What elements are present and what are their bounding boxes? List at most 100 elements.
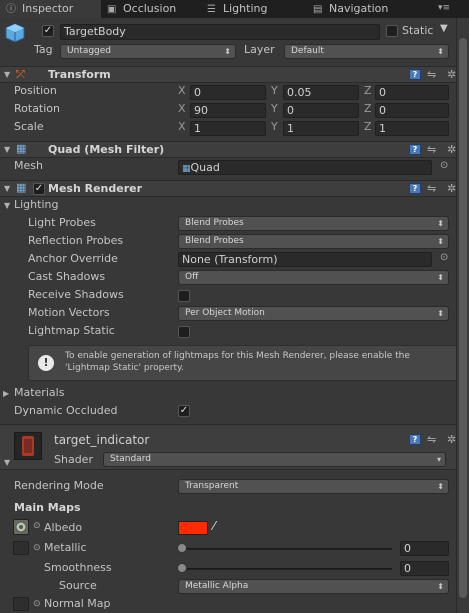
dropdown-value: Blend Probes [185, 236, 244, 246]
motion-vectors-dropdown[interactable]: Per Object Motion ⬍ [178, 306, 449, 321]
anchor-override-label: Anchor Override [28, 252, 118, 265]
updown-icon: ⬍ [437, 273, 444, 282]
motion-vectors-label: Motion Vectors [28, 306, 110, 319]
eyedropper-icon[interactable]: ⁄ [213, 519, 215, 533]
cast-shadows-dropdown[interactable]: Off ⬍ [178, 270, 449, 285]
updown-icon: ⬍ [437, 582, 444, 591]
rendering-mode-dropdown[interactable]: Transparent ⬍ [178, 479, 449, 494]
help-book-icon[interactable]: ? [409, 69, 421, 80]
smoothness-slider-track[interactable] [182, 568, 392, 570]
tab-occlusion[interactable]: ▣ Occlusion [101, 0, 201, 18]
tag-dropdown[interactable]: Untagged ⬍ [60, 44, 236, 59]
static-checkbox[interactable] [386, 25, 398, 37]
gear-icon[interactable]: ✲ [447, 143, 456, 156]
mesh-label: Mesh [14, 159, 43, 172]
axis-x-label: X [178, 84, 186, 97]
inspector-icon: ⓘ [6, 4, 16, 15]
fold-down-icon[interactable]: ▼ [4, 458, 10, 467]
tab-label: Occlusion [123, 2, 177, 15]
materials-label: Materials [14, 386, 65, 399]
fold-down-icon[interactable]: ▼ [4, 184, 10, 193]
scale-x-field[interactable]: 1 [190, 121, 266, 136]
help-text-line1: To enable generation of lightmaps for th… [65, 351, 410, 361]
smoothness-value-field[interactable]: 0 [400, 561, 449, 576]
help-book-icon[interactable]: ? [409, 434, 421, 445]
source-dropdown[interactable]: Metallic Alpha ⬍ [178, 579, 449, 594]
position-y-field[interactable]: 0.05 [283, 85, 359, 100]
tab-bar: ⓘ Inspector ▣ Occlusion ☰ Lighting ▤ Navigat… [0, 0, 469, 18]
rotation-z-field[interactable]: 0 [375, 103, 449, 118]
rotation-x-field[interactable]: 90 [190, 103, 266, 118]
receive-shadows-checkbox[interactable] [178, 290, 190, 302]
help-book-icon[interactable]: ? [409, 144, 421, 155]
metallic-texture-slot[interactable] [13, 541, 29, 555]
mesh-filter-header[interactable]: ▼ ▦ Quad (Mesh Filter) ? ⇋ ✲ [0, 141, 469, 158]
mesh-renderer-enabled-checkbox[interactable]: ✓ [33, 183, 45, 195]
axis-z-label: Z [364, 84, 372, 97]
help-book-icon[interactable]: ? [409, 183, 421, 194]
material-header[interactable]: target_indicator ▼ Shader Standard ▾ ? ⇋ … [0, 424, 469, 470]
mesh-renderer-header[interactable]: ▼ ▦ ✓ Mesh Renderer ? ⇋ ✲ [0, 180, 469, 197]
occlusion-icon: ▣ [107, 4, 117, 15]
preset-icon[interactable]: ⇋ [427, 143, 436, 156]
object-picker-icon[interactable]: ⊙ [33, 599, 41, 609]
anchor-override-field[interactable]: None (Transform) [178, 252, 432, 267]
mesh-icon: ▦ [182, 164, 191, 174]
scrollbar-thumb[interactable] [459, 38, 467, 598]
tab-navigation[interactable]: ▤ Navigation [307, 0, 417, 18]
albedo-color-swatch[interactable] [178, 521, 208, 535]
object-picker-icon[interactable]: ⊙ [440, 252, 448, 263]
layer-dropdown[interactable]: Default ⬍ [284, 44, 449, 59]
static-dropdown-icon[interactable]: ▼ [440, 23, 448, 34]
object-picker-icon[interactable]: ⊙ [33, 521, 41, 531]
scale-z-field[interactable]: 1 [375, 121, 449, 136]
rotation-y-field[interactable]: 0 [283, 103, 359, 118]
scrollbar[interactable] [456, 18, 469, 613]
position-z-field[interactable]: 0 [375, 85, 449, 100]
lightmap-help-box: ! To enable generation of lightmaps for … [28, 345, 469, 381]
object-picker-icon[interactable]: ⊙ [33, 543, 41, 553]
updown-icon: ⬍ [437, 309, 444, 318]
fold-right-icon[interactable]: ▶ [3, 389, 9, 398]
tab-label: Navigation [329, 2, 389, 15]
preset-icon[interactable]: ⇋ [427, 433, 436, 446]
updown-icon: ⬍ [437, 47, 444, 56]
tab-inspector[interactable]: ⓘ Inspector [0, 0, 101, 18]
albedo-texture-slot[interactable] [13, 519, 29, 535]
updown-icon: ⬍ [224, 47, 231, 56]
active-checkbox[interactable]: ✓ [42, 25, 54, 37]
gear-icon[interactable]: ✲ [447, 182, 456, 195]
metallic-slider-track[interactable] [182, 548, 392, 550]
axis-y-label: Y [271, 102, 278, 115]
reflection-probes-dropdown[interactable]: Blend Probes ⬍ [178, 234, 449, 249]
tab-label: Inspector [22, 2, 74, 15]
lightmap-static-checkbox[interactable] [178, 326, 190, 338]
tab-menu-icon[interactable]: ▾≡ [438, 3, 450, 13]
light-probes-dropdown[interactable]: Blend Probes ⬍ [178, 216, 449, 231]
metallic-slider-knob[interactable] [177, 543, 187, 553]
material-preview [14, 432, 42, 460]
tab-lighting[interactable]: ☰ Lighting [201, 0, 307, 18]
object-name-field[interactable]: TargetBody [60, 24, 380, 40]
metallic-value-field[interactable]: 0 [400, 541, 449, 556]
component-title: Transform [48, 68, 111, 81]
fold-down-icon[interactable]: ▼ [4, 70, 10, 79]
smoothness-label: Smoothness [44, 561, 112, 574]
preset-icon[interactable]: ⇋ [427, 68, 436, 81]
scale-y-field[interactable]: 1 [283, 121, 359, 136]
gear-icon[interactable]: ✲ [447, 68, 456, 81]
object-picker-icon[interactable]: ⊙ [440, 160, 448, 171]
fold-down-icon[interactable]: ▼ [4, 145, 10, 154]
dynamic-occluded-checkbox[interactable]: ✓ [178, 405, 190, 417]
shader-dropdown[interactable]: Standard ▾ [103, 452, 446, 467]
gear-icon[interactable]: ✲ [447, 433, 456, 446]
position-x-field[interactable]: 0 [190, 85, 266, 100]
transform-header[interactable]: ▼ ⤱ Transform ? ⇋ ✲ [0, 66, 469, 83]
mesh-object-field[interactable]: ▦Quad [178, 160, 432, 175]
source-label: Source [59, 579, 97, 592]
preset-icon[interactable]: ⇋ [427, 182, 436, 195]
normal-map-texture-slot[interactable] [13, 597, 29, 611]
fold-down-icon[interactable]: ▼ [4, 201, 10, 210]
smoothness-slider-knob[interactable] [177, 563, 187, 573]
dynamic-occluded-label: Dynamic Occluded [14, 404, 118, 417]
